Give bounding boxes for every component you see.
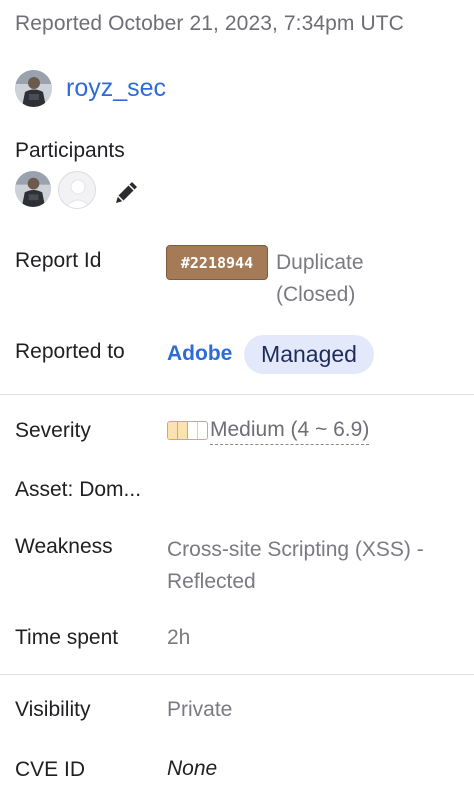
reported-to-label: Reported to [15, 340, 125, 363]
reporter-username-link[interactable]: royz_sec [66, 74, 166, 103]
section-divider [0, 674, 474, 675]
severity-meter-icon [167, 421, 208, 440]
weakness-line-1: Cross-site Scripting (XSS) - [167, 538, 424, 561]
participant-avatar-placeholder[interactable] [58, 171, 96, 209]
severity-label: Severity [15, 419, 91, 442]
weakness-value: Cross-site Scripting (XSS) - Reflected [167, 534, 424, 598]
default-user-icon [64, 179, 92, 208]
time-spent-value: 2h [167, 626, 191, 649]
cve-id-label: CVE ID [15, 758, 86, 781]
person-avatar-icon [15, 70, 52, 107]
report-id-label: Report Id [15, 249, 102, 272]
visibility-value: Private [167, 698, 233, 721]
person-avatar-icon [15, 171, 51, 207]
weakness-label: Weakness [15, 535, 113, 558]
weakness-line-2: Reflected [167, 570, 256, 593]
reported-timestamp: Reported October 21, 2023, 7:34pm UTC [15, 12, 404, 35]
report-status-state: Duplicate [276, 251, 364, 274]
section-divider [0, 394, 474, 395]
visibility-label: Visibility [15, 698, 91, 721]
reporter-avatar[interactable] [15, 70, 52, 107]
time-spent-label: Time spent [15, 626, 119, 649]
edit-participants-pencil-icon[interactable] [112, 177, 142, 207]
severity-value[interactable]: Medium (4 ~ 6.9) [210, 418, 370, 445]
participant-avatar[interactable] [15, 171, 51, 207]
managed-tag: Managed [244, 335, 374, 374]
participants-label: Participants [15, 139, 125, 162]
cve-id-value: None [167, 757, 218, 780]
program-link[interactable]: Adobe [167, 342, 232, 366]
asset-label: Asset: Dom... [15, 478, 142, 501]
report-status-closed: (Closed) [276, 283, 356, 306]
report-id-badge[interactable]: #2218944 [166, 245, 268, 280]
report-status: Duplicate (Closed) [276, 247, 364, 311]
